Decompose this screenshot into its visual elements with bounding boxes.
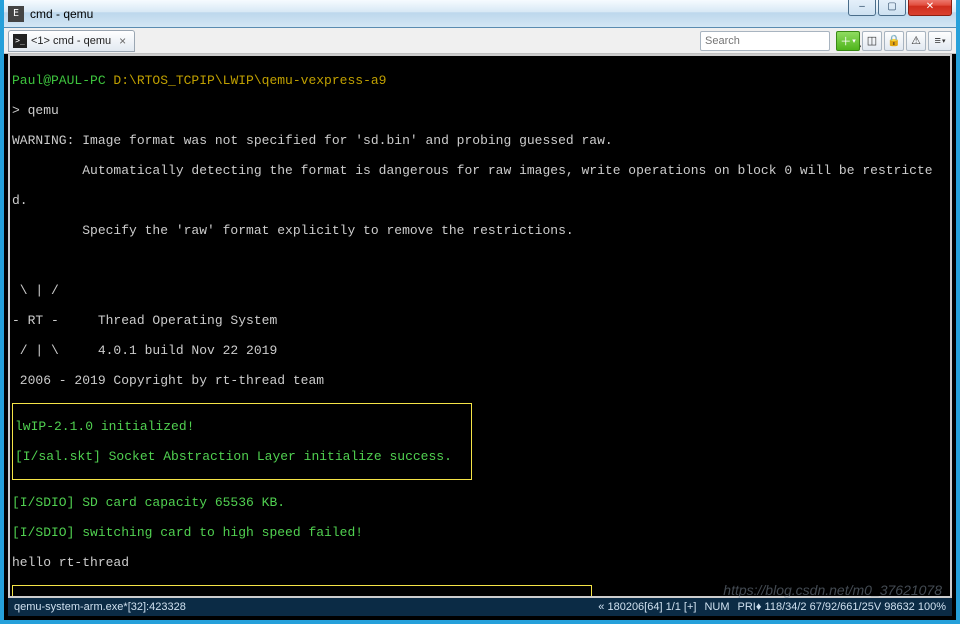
status-zoom: PRI♦ 118/34/2 67/92/661/25V 98632 100%: [738, 601, 946, 613]
plus-icon: ＋: [840, 33, 851, 49]
toolbar-button-alert[interactable]: ⚠: [906, 31, 926, 51]
close-button[interactable]: ✕: [908, 0, 952, 16]
banner-line: \ | /: [12, 283, 948, 298]
new-tab-button[interactable]: ＋▾: [836, 31, 860, 51]
lwip-init: lwIP-2.1.0 initialized!: [15, 419, 469, 434]
sal-init: [I/sal.skt] Socket Abstraction Layer ini…: [15, 449, 469, 464]
banner-line: 2006 - 2019 Copyright by rt-thread team: [12, 373, 948, 388]
maximize-button[interactable]: ▢: [878, 0, 906, 16]
banner-line: / | \ 4.0.1 build Nov 22 2019: [12, 343, 948, 358]
app-icon: E: [8, 6, 24, 22]
warn-line: Automatically detecting the format is da…: [12, 163, 948, 178]
toolbar-button-split[interactable]: ◫: [862, 31, 882, 51]
terminal-viewport[interactable]: Paul@PAUL-PC D:\RTOS_TCPIP\LWIP\qemu-vex…: [8, 54, 952, 598]
chevron-down-icon: ▾: [852, 37, 856, 45]
banner-line: - RT - Thread Operating System: [12, 313, 948, 328]
columns-icon: ◫: [867, 34, 877, 47]
highlight-ifconfig: msh />ifconfig network interface device:…: [12, 585, 592, 598]
status-process: qemu-system-arm.exe*[32]:423328: [14, 601, 590, 613]
titlebar[interactable]: E cmd - qemu – ▢ ✕: [4, 0, 956, 28]
cmd-qemu: > qemu: [12, 103, 948, 118]
sdio-line: [I/SDIO] SD card capacity 65536 KB.: [12, 495, 948, 510]
lock-icon: 🔒: [887, 34, 901, 47]
warn-line: WARNING: Image format was not specified …: [12, 133, 948, 148]
status-bar: qemu-system-arm.exe*[32]:423328 « 180206…: [8, 598, 952, 616]
app-window: E cmd - qemu – ▢ ✕ >_ <1> cmd - qemu × 🔍: [0, 0, 960, 624]
status-pos: « 180206[64] 1/1 [+]: [598, 601, 696, 613]
maximize-icon: ▢: [887, 1, 896, 12]
tab-index: <1>: [31, 35, 50, 47]
toolbar-menu-button[interactable]: ≡▾: [928, 31, 952, 51]
search-input[interactable]: [705, 35, 847, 47]
status-numlock: NUM: [704, 601, 729, 613]
toolbar-button-lock[interactable]: 🔒: [884, 31, 904, 51]
tab-active[interactable]: >_ <1> cmd - qemu ×: [8, 30, 135, 52]
warn-line: Specify the 'raw' format explicitly to r…: [12, 223, 948, 238]
sdio-line: [I/SDIO] switching card to high speed fa…: [12, 525, 948, 540]
window-title: cmd - qemu: [30, 7, 848, 21]
hello-line: hello rt-thread: [12, 555, 948, 570]
window-buttons: – ▢ ✕: [848, 0, 952, 16]
close-icon: ✕: [926, 1, 934, 12]
search-box[interactable]: 🔍: [700, 31, 830, 51]
terminal-icon: >_: [13, 34, 27, 48]
minimize-button[interactable]: –: [848, 0, 876, 16]
chevron-down-icon: ▾: [942, 37, 946, 45]
warn-line: d.: [12, 193, 948, 208]
tab-bar: >_ <1> cmd - qemu × 🔍 ＋▾ ◫ 🔒 ⚠ ≡▾: [4, 28, 956, 54]
tab-label: cmd - qemu: [53, 35, 111, 47]
highlight-init: lwIP-2.1.0 initialized! [I/sal.skt] Sock…: [12, 403, 472, 480]
prompt-user: Paul@PAUL-PC: [12, 73, 113, 88]
tab-close-icon[interactable]: ×: [119, 34, 126, 48]
menu-icon: ≡: [935, 35, 941, 47]
prompt-path: D:\RTOS_TCPIP\LWIP\qemu-vexpress-a9: [113, 73, 386, 88]
alert-icon: ⚠: [911, 34, 921, 47]
terminal-content: Paul@PAUL-PC D:\RTOS_TCPIP\LWIP\qemu-vex…: [10, 56, 950, 598]
minimize-icon: –: [859, 1, 865, 12]
